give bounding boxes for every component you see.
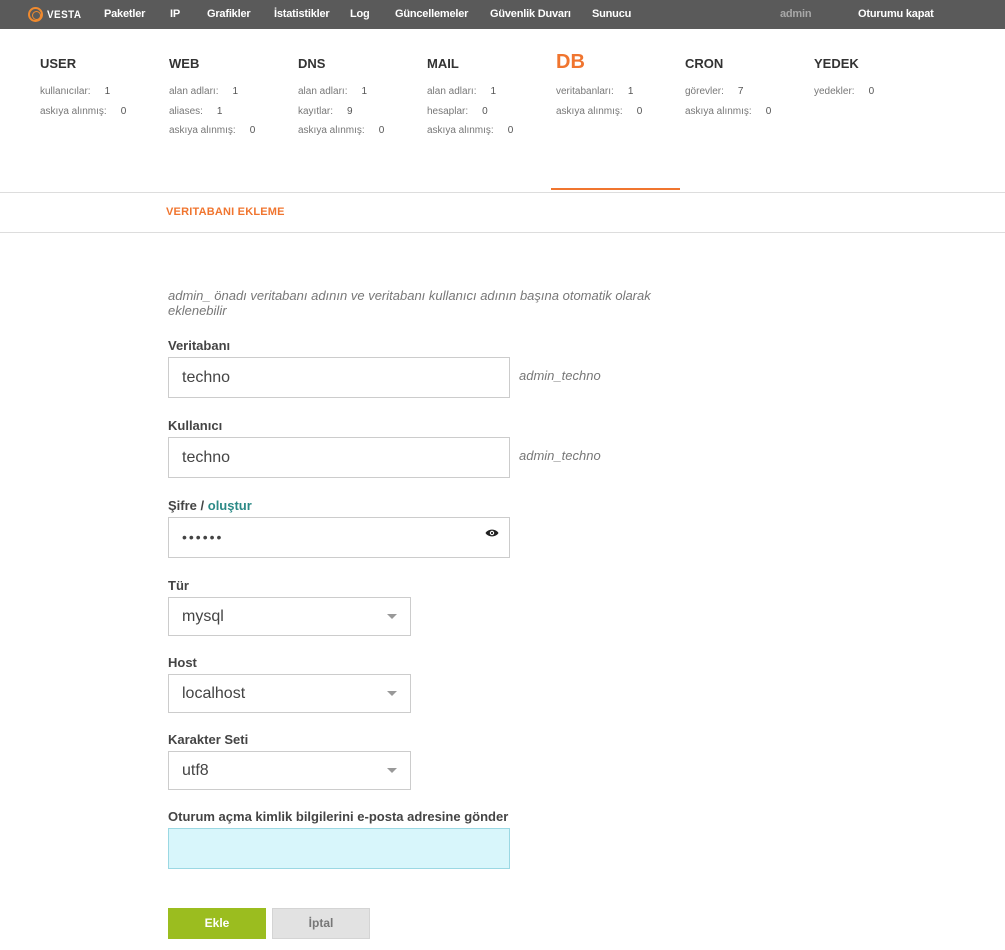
stat-row: alan adları: 1 [169,86,239,97]
divider [0,232,1005,233]
prefix-hint: admin_ önadı veritabanı adının ve verita… [168,288,651,318]
page-title: VERITABANI EKLEME [166,206,285,218]
stat-web: WEB alan adları: 1 aliases: 1 askıya alınm… [169,56,255,145]
nav-istatistikler[interactable]: İstatistikler [274,8,330,20]
nav-log[interactable]: Log [350,8,370,20]
stat-yedek: YEDEK yedekler: 0 [814,56,874,106]
database-input[interactable]: techno [168,357,510,398]
stat-row: yedekler: 0 [814,86,875,97]
stat-row: askıya alınmış: 0 [169,125,256,136]
nav-paketler[interactable]: Paketler [104,8,145,20]
vesta-logo-icon [28,7,43,22]
stat-row: askıya alınmış: 0 [298,125,385,136]
divider [0,192,1005,193]
stat-title-dns[interactable]: DNS [298,56,384,71]
eye-icon[interactable] [485,528,499,538]
email-input[interactable] [168,828,510,869]
nav-ip[interactable]: IP [170,8,180,20]
logo-text: VESTA [47,8,82,21]
stat-row: veritabanları: 1 [556,86,634,97]
user-label: Kullanıcı [168,418,223,433]
charset-select[interactable]: utf8 [168,751,411,790]
nav-guvenlik-duvari[interactable]: Güvenlik Duvarı [490,8,571,20]
stat-title-yedek[interactable]: YEDEK [814,56,874,71]
stat-row: askıya alınmış: 0 [685,105,772,117]
stat-title-cron[interactable]: CRON [685,56,771,71]
stat-title-mail[interactable]: MAIL [427,56,513,71]
type-label: Tür [168,578,189,593]
stat-mail: MAIL alan adları: 1 hesaplar: 0 askıya alı… [427,56,513,145]
stat-row: kullanıcılar: 1 [40,86,111,97]
email-label: Oturum açma kimlik bilgilerini e-posta a… [168,809,509,824]
add-button[interactable]: Ekle [168,908,266,939]
chevron-down-icon [387,768,397,773]
type-select[interactable]: mysql [168,597,411,636]
stat-user: USER kullanıcılar: 1 askıya alınmış: 0 [40,56,126,125]
chevron-down-icon [387,614,397,619]
nav-guncellemeler[interactable]: Güncellemeler [395,8,468,20]
stat-title-web[interactable]: WEB [169,56,255,71]
nav-sunucu[interactable]: Sunucu [592,8,631,20]
host-select[interactable]: localhost [168,674,411,713]
nav-user-admin[interactable]: admin [780,8,812,20]
stat-row: alan adları: 1 [298,86,368,97]
top-navigation-bar: VESTA Paketler IP Grafikler İstatistikle… [0,0,1005,29]
stat-row: askıya alınmış: 0 [40,105,127,117]
database-label: Veritabanı [168,338,231,353]
user-prefixed-preview: admin_techno [519,448,601,463]
stat-db: DB veritabanları: 1 askıya alınmış: 0 [556,51,643,125]
stat-row: askıya alınmış: 0 [427,125,514,136]
charset-label: Karakter Seti [168,732,249,747]
password-label: Şifre / oluştur [168,498,252,513]
nav-grafikler[interactable]: Grafikler [207,8,251,20]
stat-title-user[interactable]: USER [40,56,126,71]
stat-row: görevler: 7 [685,86,744,97]
chevron-down-icon [387,691,397,696]
cancel-button[interactable]: İptal [272,908,370,939]
active-tab-underline [551,188,680,190]
stat-row: hesaplar: 0 [427,105,488,117]
logout-link[interactable]: Oturumu kapat [858,8,934,20]
stat-row: alan adları: 1 [427,86,497,97]
stat-row: kayıtlar: 9 [298,105,353,117]
stat-row: aliases: 1 [169,105,223,117]
stat-title-db[interactable]: DB [556,51,642,75]
vesta-logo[interactable]: VESTA [28,6,85,23]
user-input[interactable]: techno [168,437,510,478]
stat-dns: DNS alan adları: 1 kayıtlar: 9 askıya alın… [298,56,384,145]
host-label: Host [168,655,197,670]
password-input[interactable]: •••••• [168,517,510,558]
stat-cron: CRON görevler: 7 askıya alınmış: 0 [685,56,771,125]
generate-password-link[interactable]: oluştur [208,498,252,513]
stat-row: askıya alınmış: 0 [556,105,643,117]
database-prefixed-preview: admin_techno [519,368,601,383]
